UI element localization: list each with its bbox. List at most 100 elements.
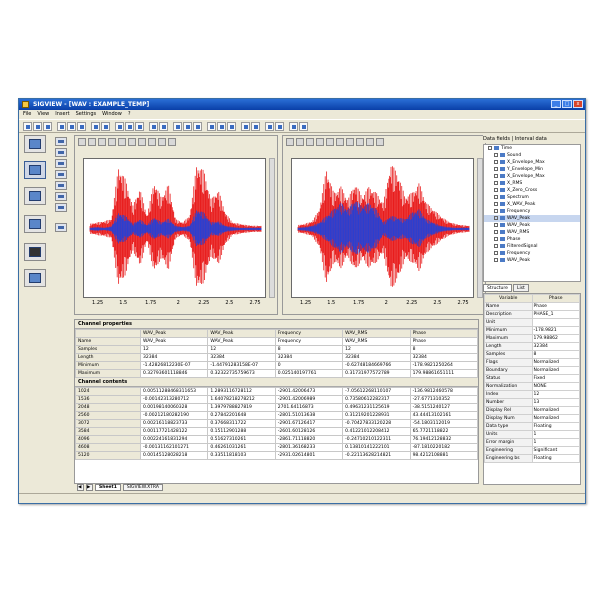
help-icon[interactable] — [251, 122, 260, 131]
tree-item[interactable]: Y_Envelope_Min — [484, 166, 580, 173]
table-cell[interactable]: 32384 — [207, 353, 276, 362]
tool-icon[interactable] — [299, 122, 308, 131]
property-value[interactable]: 8 — [531, 350, 580, 359]
copy-chart-icon[interactable] — [346, 138, 354, 146]
property-name[interactable]: Units — [484, 430, 533, 439]
property-value[interactable]: -178.9821 — [531, 326, 580, 335]
property-name[interactable]: Index — [484, 390, 533, 399]
sheet-tab[interactable]: Sheet1 — [95, 484, 121, 491]
copy-chart-icon[interactable] — [138, 138, 146, 146]
property-value[interactable]: PHASE_1 — [531, 310, 580, 319]
layout-6-icon[interactable] — [55, 192, 67, 201]
table-cell[interactable]: 0.51627310261 — [207, 435, 276, 444]
cursor-mode-icon[interactable] — [316, 138, 324, 146]
table-cell[interactable]: 0.73580612282317 — [342, 395, 411, 404]
table-cell[interactable]: WAV_Peak — [207, 337, 276, 346]
column-header[interactable]: WAV_Peak — [207, 329, 276, 338]
table-row[interactable]: 4096 0.00224161831294 0.51627310261 -2861.7… — [75, 435, 478, 444]
signal-view-icon[interactable] — [24, 135, 46, 153]
table-cell[interactable]: -27.6771310352 — [409, 395, 478, 404]
table-cell[interactable]: 76.19412128832 — [409, 435, 478, 444]
property-row[interactable]: Data type Floating — [484, 422, 580, 431]
expand-icon[interactable] — [494, 250, 498, 255]
layout-1-icon[interactable] — [55, 137, 67, 146]
table-cell[interactable]: 0.32322735759673 — [207, 369, 276, 378]
tree-item[interactable]: WAV_Peak — [484, 222, 580, 229]
table-cell[interactable]: 0.49631231125619 — [342, 403, 411, 412]
table-cell[interactable]: -1.44791283158E-07 — [207, 361, 276, 370]
property-value[interactable]: 32384 — [531, 342, 580, 351]
analysis-icon[interactable] — [24, 187, 46, 205]
table-cell[interactable]: -2601.60128126 — [274, 427, 344, 436]
plot-area[interactable] — [291, 158, 474, 298]
property-row[interactable]: Engineering Significant — [484, 446, 580, 455]
property-header[interactable]: Phase — [531, 294, 580, 303]
spectrum-icon[interactable] — [125, 122, 134, 131]
table-cell[interactable]: 2701.64116873 — [274, 403, 344, 412]
table-cell[interactable]: 2560 — [75, 411, 141, 420]
table-row[interactable]: Samples 12 12 8 12 8 — [75, 345, 478, 354]
property-name[interactable]: Engineering bs — [484, 454, 533, 463]
property-row[interactable]: Display Num Normalized — [484, 414, 580, 423]
property-name[interactable]: Name — [484, 302, 533, 311]
table-cell[interactable]: 0.46261031261 — [207, 443, 276, 452]
table-view-icon[interactable] — [24, 215, 46, 233]
properties-icon[interactable] — [168, 138, 176, 146]
property-value[interactable]: Normalized — [531, 414, 580, 423]
expand-icon[interactable] — [494, 173, 498, 178]
tab-list[interactable]: List — [512, 284, 529, 292]
waveform-chart[interactable] — [84, 159, 267, 299]
table-cell[interactable]: 1.3979788827819 — [207, 403, 276, 412]
table-cell[interactable]: 0.32793601118846 — [139, 369, 209, 378]
table-cell[interactable]: 8 — [274, 345, 344, 354]
expand-icon[interactable] — [494, 194, 498, 199]
tree-item[interactable]: WAV_Peak — [484, 215, 580, 222]
table-cell[interactable]: 0.41221012208412 — [342, 427, 411, 436]
device-icon[interactable] — [24, 243, 46, 261]
zoom-out-icon[interactable] — [88, 138, 96, 146]
menu-settings[interactable]: Settings — [76, 110, 97, 119]
table-cell[interactable]: -0.00212180282190 — [139, 411, 209, 420]
property-name[interactable]: Display Rel — [484, 406, 533, 415]
maximize-button[interactable]: □ — [562, 100, 572, 108]
column-header[interactable] — [75, 329, 141, 338]
property-name[interactable]: Maximum — [484, 334, 533, 343]
save-icon[interactable] — [43, 122, 52, 131]
table-cell[interactable]: -2901.67126417 — [274, 419, 344, 428]
property-value[interactable]: Normalized — [531, 358, 580, 367]
expand-icon[interactable] — [494, 180, 498, 185]
window-icon[interactable] — [241, 122, 250, 131]
table-cell[interactable]: 179.98861651111 — [409, 369, 478, 378]
property-grid[interactable]: Variable Phase Name Phase Description PHASE_1… — [483, 293, 581, 485]
arrow-icon[interactable] — [265, 122, 274, 131]
table-cell[interactable]: 1.2893116728112 — [207, 387, 276, 396]
tree-item[interactable]: X_Zero_Cross — [484, 187, 580, 194]
table-row[interactable]: Maximum 0.32793601118846 0.32322735759673 0… — [75, 369, 478, 378]
grid-icon[interactable] — [118, 138, 126, 146]
expand-icon[interactable] — [494, 201, 498, 206]
chart-icon[interactable] — [217, 122, 226, 131]
property-value[interactable]: 12 — [531, 390, 580, 399]
property-row[interactable]: Samples 8 — [484, 350, 580, 359]
property-row[interactable]: Maximum 179.98862 — [484, 334, 580, 343]
rms-icon[interactable] — [193, 122, 202, 131]
table-cell[interactable]: -2801.51013638 — [274, 411, 344, 420]
layout-icon[interactable] — [289, 122, 298, 131]
table-cell[interactable]: -2931.02614801 — [274, 451, 344, 460]
property-header[interactable]: Variable — [484, 294, 533, 303]
table-cell[interactable]: 0.00117721428122 — [139, 427, 209, 436]
table-cell[interactable]: 8 — [409, 345, 478, 354]
table-cell[interactable]: 32384 — [342, 353, 411, 362]
pan-icon[interactable] — [306, 138, 314, 146]
table-row[interactable]: 3072 0.00216118823733 0.37668311722 -2901.6… — [75, 419, 478, 428]
layout-7-icon[interactable] — [55, 203, 67, 212]
table-cell[interactable]: 1024 — [75, 387, 141, 396]
property-row[interactable]: Engineering bs Floating — [484, 454, 580, 463]
column-header[interactable]: Phase — [409, 329, 478, 338]
table-cell[interactable]: 12 — [342, 345, 411, 354]
property-row[interactable]: Normalization NONE — [484, 382, 580, 391]
table-cell[interactable]: 0.13810141222101 — [342, 443, 411, 452]
layout-8-icon[interactable] — [55, 223, 67, 232]
table-cell[interactable]: -178.9821250264 — [409, 361, 478, 370]
expand-icon[interactable] — [494, 257, 498, 262]
